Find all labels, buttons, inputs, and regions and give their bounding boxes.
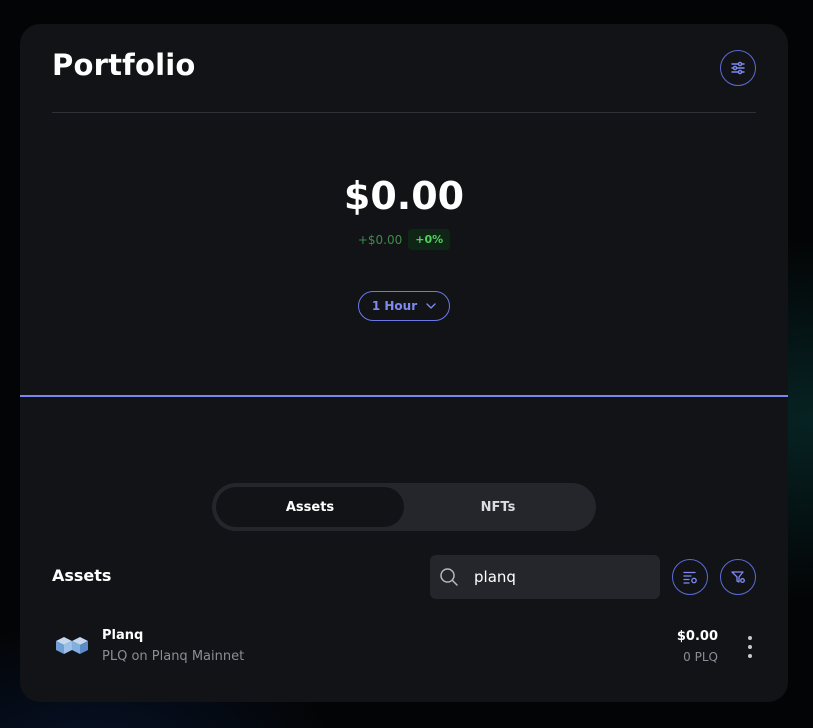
more-vertical-icon <box>748 636 752 640</box>
more-vertical-icon <box>748 654 752 658</box>
header-divider <box>52 112 756 113</box>
settings-button[interactable] <box>720 50 756 86</box>
search-input[interactable] <box>474 555 654 599</box>
assets-section-title: Assets <box>52 566 112 585</box>
asset-search <box>430 555 660 599</box>
more-options-button[interactable] <box>744 636 756 658</box>
chevron-down-icon <box>426 303 436 309</box>
portfolio-card: Portfolio $0.00 +$0.00 +0% 1 Hour Assets… <box>20 24 788 702</box>
sort-button[interactable] <box>672 559 708 595</box>
change-amount: +$0.00 <box>357 232 403 247</box>
planq-logo-icon <box>56 637 88 654</box>
sliders-icon <box>731 61 745 75</box>
balance-change: +$0.00 +0% <box>20 229 788 250</box>
asset-name: Planq <box>102 628 144 643</box>
change-percent-badge: +0% <box>408 229 451 250</box>
search-icon <box>440 568 458 586</box>
time-range-label: 1 Hour <box>371 299 418 313</box>
sort-list-icon <box>683 571 697 584</box>
view-tabs: Assets NFTs <box>212 483 596 531</box>
time-range-dropdown[interactable]: 1 Hour <box>358 291 450 321</box>
portfolio-chart-line <box>20 395 788 397</box>
page-title: Portfolio <box>52 48 196 82</box>
filter-icon <box>731 571 745 583</box>
total-balance: $0.00 <box>343 174 465 218</box>
tab-nfts[interactable]: NFTs <box>404 487 592 527</box>
asset-quantity: 0 PLQ <box>683 650 718 664</box>
more-vertical-icon <box>748 645 752 649</box>
asset-row[interactable]: Planq PLQ on Planq Mainnet $0.00 0 PLQ <box>52 624 756 670</box>
asset-value: $0.00 <box>676 629 718 644</box>
tab-assets[interactable]: Assets <box>216 487 404 527</box>
filter-button[interactable] <box>720 559 756 595</box>
asset-network: PLQ on Planq Mainnet <box>102 649 245 664</box>
